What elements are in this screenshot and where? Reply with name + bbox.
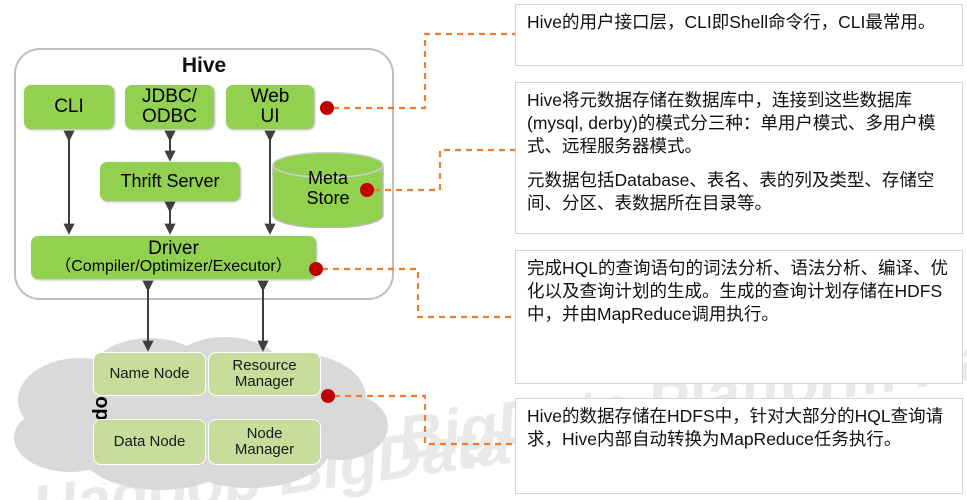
connector-line-hadoop	[334, 394, 515, 446]
callout-dot-driver	[309, 262, 323, 276]
callout-dot-metastore	[360, 183, 374, 197]
annotation-note-metastore-p1: Hive将元数据存储在数据库中，连接到这些数据库(mysql, derby)的模…	[527, 90, 936, 156]
annotation-note-metastore-p2: 元数据包括Database、表名、表的列及类型、存储空间、分区、表数据所在目录等…	[527, 170, 935, 213]
annotation-note-ui: Hive的用户接口层，CLI即Shell命令行，CLI最常用。	[515, 4, 963, 66]
annotation-note-ui-p1: Hive的用户接口层，CLI即Shell命令行，CLI最常用。	[527, 12, 936, 32]
annotation-note-hadoop-p1: Hive的数据存储在HDFS中，针对大部分的HQL查询请求，Hive内部自动转换…	[527, 406, 944, 449]
connector-line-metastore	[374, 148, 515, 192]
annotation-note-driver-p1: 完成HQL的查询语句的词法分析、语法分析、编译、优化以及查询计划的生成。生成的查…	[527, 258, 948, 324]
annotation-note-hadoop: Hive的数据存储在HDFS中，针对大部分的HQL查询请求，Hive内部自动转换…	[515, 398, 963, 494]
callout-dot-ui	[320, 101, 334, 115]
callout-dot-hadoop	[321, 389, 335, 403]
annotation-note-driver: 完成HQL的查询语句的词法分析、语法分析、编译、优化以及查询计划的生成。生成的查…	[515, 250, 963, 384]
annotation-note-metastore: Hive将元数据存储在数据库中，连接到这些数据库(mysql, derby)的模…	[515, 82, 963, 234]
connector-line-ui	[333, 32, 515, 110]
diagram-canvas: BigData Platform Hadoop Hadoop BigData H…	[0, 0, 967, 500]
connector-line-driver	[322, 267, 515, 319]
